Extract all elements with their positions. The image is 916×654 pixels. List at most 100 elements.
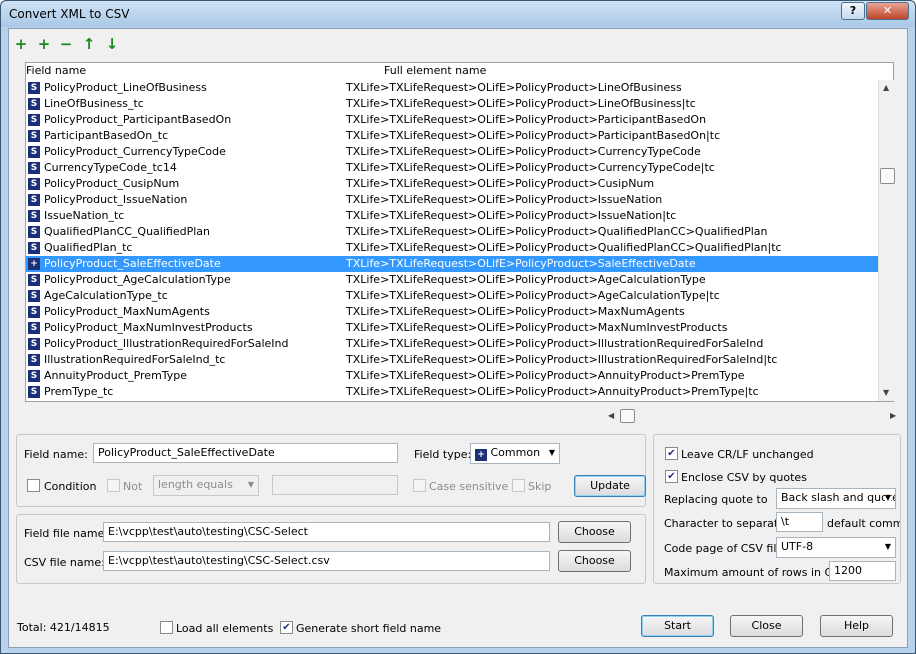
row-full-element-name: TXLife>TXLifeRequest>OLifE>PolicyProduct… [346, 161, 715, 174]
table-row[interactable]: S IssueNation_tc TXLife>TXLifeRequest>OLif… [26, 208, 878, 224]
condition-value-input[interactable] [272, 475, 398, 495]
table-row[interactable]: S LineOfBusiness_tc TXLife>TXLifeRequest>O… [26, 96, 878, 112]
field-type-label: Field type: [414, 448, 472, 461]
scroll-left-icon[interactable]: ◀ [608, 411, 614, 420]
skip-checkbox[interactable] [512, 479, 525, 492]
load-all-label: Load all elements [176, 622, 274, 635]
remove-icon[interactable]: − [58, 35, 74, 53]
table-row[interactable]: S AnnuityProduct_PremType TXLife>TXLifeReq… [26, 368, 878, 384]
table-row[interactable]: S PolicyProduct_ParticipantBasedOn TXLife>… [26, 112, 878, 128]
table-row[interactable]: S PolicyProduct_MaxNumAgents TXLife>TXLife… [26, 304, 878, 320]
string-type-icon: S [28, 370, 40, 382]
scroll-right-icon[interactable]: ▶ [890, 411, 896, 420]
choose-csv-file-button[interactable]: Choose [558, 550, 631, 572]
close-button[interactable]: Close [730, 615, 803, 637]
table-row[interactable]: S PremType_tc TXLife>TXLifeRequest>OLifE>P… [26, 384, 878, 400]
help-title-button[interactable]: ? [841, 2, 865, 20]
field-file-input[interactable]: E:\vcpp\test\auto\testing\CSC-Select [103, 522, 550, 542]
skip-label: Skip [528, 480, 552, 493]
move-down-icon[interactable]: ↓ [104, 35, 120, 53]
row-full-element-name: TXLife>TXLifeRequest>OLifE>PolicyProduct… [346, 257, 696, 270]
codepage-value: UTF-8 [781, 540, 814, 553]
codepage-label: Code page of CSV file: [664, 542, 787, 555]
table-row[interactable]: S PolicyProduct_LineOfBusiness TXLife>TXLi… [26, 80, 878, 96]
chevron-down-icon: ▼ [247, 480, 254, 489]
row-field-name: QualifiedPlan_tc [44, 241, 133, 254]
column-header-full-element-name[interactable]: Full element name [384, 64, 486, 80]
max-rows-input[interactable]: 1200 [829, 561, 896, 581]
table-row[interactable]: S IllustrationRequiredForSaleInd_tc TXLife… [26, 352, 878, 368]
not-checkbox[interactable] [107, 479, 120, 492]
table-row[interactable]: S PolicyProduct_MaxNumInvestProducts TXLif… [26, 320, 878, 336]
chevron-down-icon: ▼ [884, 542, 891, 551]
h-scroll-thumb[interactable] [620, 409, 635, 423]
move-up-icon[interactable]: ↑ [81, 35, 97, 53]
scroll-up-icon[interactable]: ▲ [883, 83, 889, 92]
row-field-name: PolicyProduct_IllustrationRequiredForSal… [44, 337, 289, 350]
csv-file-input[interactable]: E:\vcpp\test\auto\testing\CSC-Select.csv [103, 551, 550, 571]
fields-grid[interactable]: Field name Full element name S PolicyProd… [25, 62, 896, 423]
row-field-name: PolicyProduct_LineOfBusiness [44, 81, 207, 94]
condition-operator-select[interactable]: length equals ▼ [153, 475, 259, 496]
string-type-icon: S [28, 226, 40, 238]
separator-hint: default comma [827, 517, 900, 530]
row-field-name: PolicyProduct_SaleEffectiveDate [44, 257, 221, 270]
table-row[interactable]: S PolicyProduct_CusipNum TXLife>TXLifeRequ… [26, 176, 878, 192]
string-type-icon: S [28, 146, 40, 158]
table-row[interactable]: S PolicyProduct_CurrencyTypeCode TXLife>TX… [26, 144, 878, 160]
add-icon[interactable]: + [13, 35, 29, 53]
help-button[interactable]: Help [820, 615, 893, 637]
choose-field-file-button[interactable]: Choose [558, 521, 631, 543]
row-full-element-name: TXLife>TXLifeRequest>OLifE>PolicyProduct… [346, 305, 685, 318]
row-field-name: AnnuityProduct_PremType [44, 369, 188, 382]
window-title: Convert XML to CSV [9, 7, 130, 21]
codepage-select[interactable]: UTF-8 ▼ [776, 537, 896, 558]
table-row[interactable]: S QualifiedPlanCC_QualifiedPlan TXLife>TXL… [26, 224, 878, 240]
dialog-client: + + − ↑ ↓ Field name Full element name S… [8, 28, 908, 648]
leave-crlf-label: Leave CR/LF unchanged [681, 448, 814, 461]
table-row[interactable]: S PolicyProduct_IssueNation TXLife>TXLifeR… [26, 192, 878, 208]
horizontal-scrollbar[interactable]: ◀ ▶ [606, 408, 902, 424]
scroll-thumb[interactable] [880, 168, 895, 184]
condition-checkbox[interactable] [27, 479, 40, 492]
table-row[interactable]: + PolicyProduct_SaleEffectiveDate TXLife>T… [26, 256, 878, 272]
scroll-down-icon[interactable]: ▼ [883, 388, 889, 397]
separator-label: Character to separate: [664, 517, 789, 530]
row-field-name: PremType_tc [44, 385, 114, 398]
string-type-icon: S [28, 386, 40, 398]
replacing-quote-select[interactable]: Back slash and quote ▼ [776, 488, 896, 509]
row-field-name: IssueNation_tc [44, 209, 125, 222]
string-type-icon: S [28, 354, 40, 366]
row-full-element-name: TXLife>TXLifeRequest>OLifE>PolicyProduct… [346, 129, 721, 142]
row-field-name: PolicyProduct_CurrencyTypeCode [44, 145, 226, 158]
table-row[interactable]: S PolicyProduct_AgeCalculationType TXLife>… [26, 272, 878, 288]
separator-input[interactable]: \t [776, 512, 823, 532]
close-window-button[interactable]: ✕ [866, 2, 909, 20]
chevron-down-icon: ▼ [884, 493, 891, 502]
case-sensitive-checkbox[interactable] [413, 479, 426, 492]
condition-label: Condition [44, 480, 97, 493]
update-button[interactable]: Update [574, 475, 646, 497]
string-type-icon: S [28, 114, 40, 126]
title-bar[interactable]: Convert XML to CSV ? ✕ [1, 1, 915, 27]
row-full-element-name: TXLife>TXLifeRequest>OLifE>PolicyProduct… [346, 385, 759, 398]
start-button[interactable]: Start [641, 615, 714, 637]
field-name-input[interactable]: PolicyProduct_SaleEffectiveDate [93, 443, 398, 463]
table-row[interactable]: S CurrencyTypeCode_tc14 TXLife>TXLifeReque… [26, 160, 878, 176]
load-all-checkbox[interactable] [160, 621, 173, 634]
generate-short-name-checkbox[interactable]: ✔ [280, 621, 293, 634]
add-child-icon[interactable]: + [36, 35, 52, 53]
leave-crlf-checkbox[interactable]: ✔ [665, 447, 678, 460]
table-row[interactable]: S PolicyProduct_IllustrationRequiredForSa… [26, 336, 878, 352]
column-header-field-name[interactable]: Field name [26, 64, 86, 80]
table-row[interactable]: S ParticipantBasedOn_tc TXLife>TXLifeReque… [26, 128, 878, 144]
vertical-scrollbar[interactable]: ▲ ▼ [878, 80, 895, 401]
replacing-quote-value: Back slash and quote [781, 491, 896, 504]
string-type-icon: S [28, 98, 40, 110]
row-full-element-name: TXLife>TXLifeRequest>OLifE>PolicyProduct… [346, 97, 696, 110]
table-row[interactable]: S AgeCalculationType_tc TXLife>TXLifeReque… [26, 288, 878, 304]
table-row[interactable]: S QualifiedPlan_tc TXLife>TXLifeRequest>OL… [26, 240, 878, 256]
row-field-name: LineOfBusiness_tc [44, 97, 144, 110]
enclose-quotes-checkbox[interactable]: ✔ [665, 470, 678, 483]
field-type-select[interactable]: + Common ▼ [470, 443, 560, 464]
